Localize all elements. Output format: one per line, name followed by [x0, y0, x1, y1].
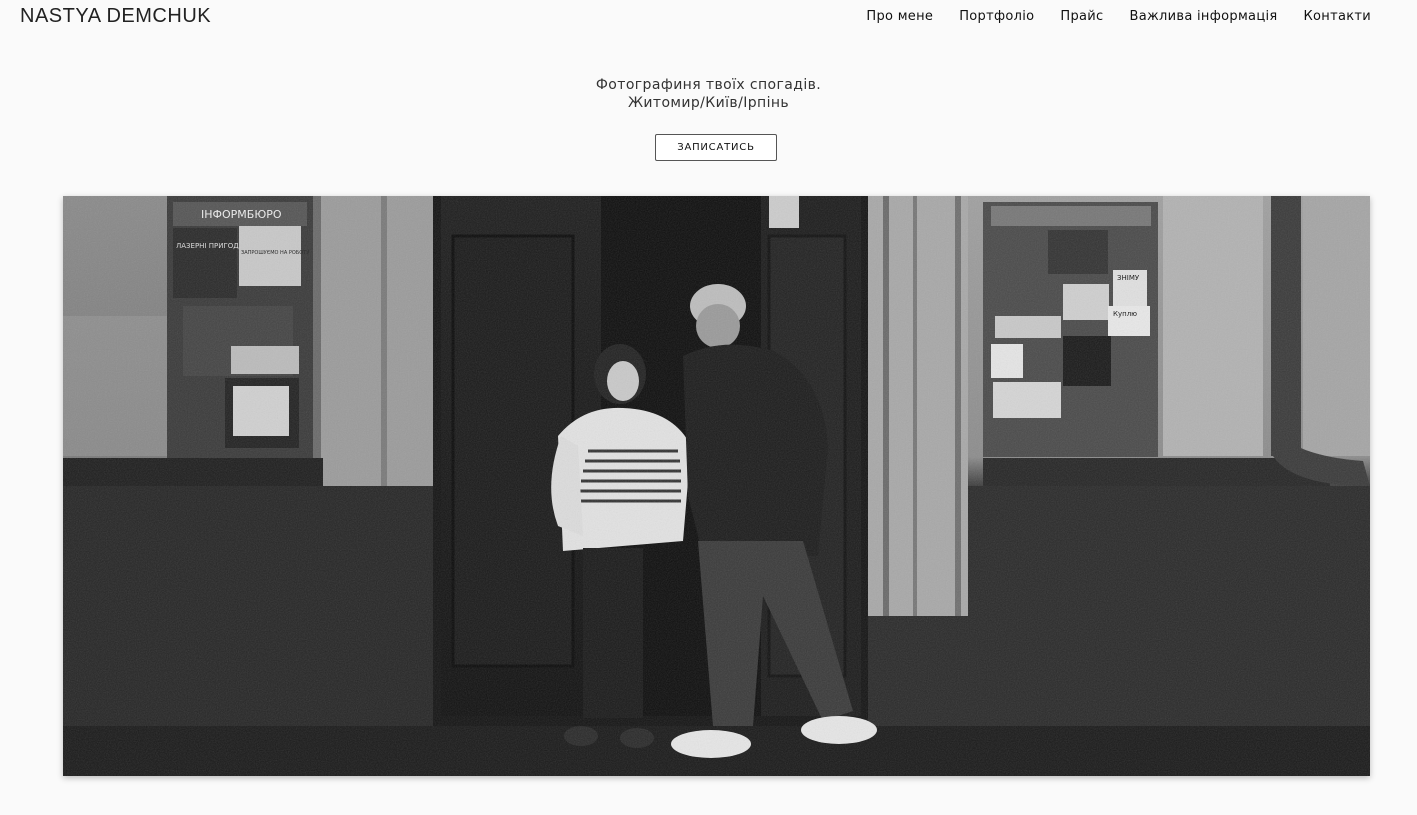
hero-photo-illustration: ІНФОРМБЮРО ЛАЗЕРНІ ПРИГОДИ ЗАПРОШУЄМО НА… [63, 196, 1370, 776]
hero-tagline: Фотографиня твоїх спогадів. Житомир/Київ… [0, 76, 1417, 112]
site-logo[interactable]: NASTYA DEMCHUK [20, 5, 211, 28]
nav-item-contacts[interactable]: Контакти [1304, 9, 1372, 24]
hero-photo: ІНФОРМБЮРО ЛАЗЕРНІ ПРИГОДИ ЗАПРОШУЄМО НА… [63, 196, 1370, 776]
site-header: NASTYA DEMCHUK Про мене Портфоліо Прайс … [0, 0, 1417, 34]
nav-item-portfolio[interactable]: Портфоліо [959, 9, 1034, 24]
tagline-line-1: Фотографиня твоїх спогадів. [595, 77, 822, 93]
main-nav: Про мене Портфоліо Прайс Важлива інформа… [866, 9, 1371, 24]
nav-item-price[interactable]: Прайс [1060, 9, 1103, 24]
book-button[interactable]: ЗАПИСАТИСЬ [655, 134, 777, 161]
nav-item-about[interactable]: Про мене [866, 9, 933, 24]
tagline-line-2: Житомир/Київ/Ірпінь [627, 95, 790, 111]
nav-item-important-info[interactable]: Важлива інформація [1130, 9, 1278, 24]
